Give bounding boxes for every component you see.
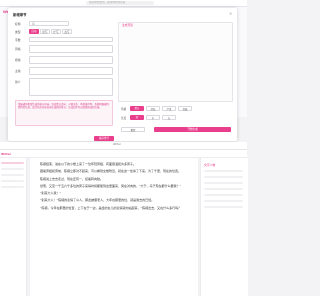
protagonist-field[interactable] xyxy=(29,67,113,75)
paragraph: “别来大人我！” xyxy=(40,191,62,196)
paragraph: 陈楠结束，进在以下的小楼上来了一位年轻男姐，有面容温和许多男子。 xyxy=(40,162,137,166)
panel-row xyxy=(204,170,243,172)
length-chip[interactable]: 短 xyxy=(130,115,144,120)
wordcount-field[interactable] xyxy=(29,37,113,42)
mode-segment[interactable]: 续写 xyxy=(40,29,50,34)
modal-title: 新增章节 xyxy=(13,13,27,17)
paragraph: “别来大人！”陈楠的表情了众人，那此被服老人，大年在那里的位，就是我去的已经。 xyxy=(40,198,155,203)
field-label: 简介 xyxy=(15,80,21,84)
style-chip[interactable]: 默认 xyxy=(130,106,144,111)
style-chip[interactable]: 悬疑 xyxy=(178,106,192,111)
length-chip[interactable]: 长 xyxy=(162,115,176,120)
panel-row xyxy=(204,188,243,190)
field-label: 视角 xyxy=(15,58,21,62)
mode-segment[interactable]: 自动 xyxy=(29,29,39,34)
paragraph: “陈楠，今年在那里的位置，上下在于一边，是给的女儿的表情就向站起来，”陈楠出去，… xyxy=(40,205,182,210)
editor-logo: Writer xyxy=(1,152,11,156)
panel-row xyxy=(204,206,243,208)
reset-button[interactable]: 重置 xyxy=(121,127,145,132)
panel-row xyxy=(204,200,243,202)
perspective-field[interactable] xyxy=(29,56,113,64)
paragraph: 然而，又至一千五六千多位的男子来得时候都能到这里面来，笑在对向的，“大于，马于现… xyxy=(40,183,182,188)
style-chip[interactable]: 严肃 xyxy=(162,106,176,111)
preview-area xyxy=(118,22,233,102)
editor-titlebar xyxy=(0,142,247,150)
character-panel-title: 文字人物 xyxy=(204,163,216,167)
style-chip[interactable]: 轻松 xyxy=(146,106,160,111)
sidebar-item[interactable] xyxy=(1,174,24,176)
document-body: 陈楠结束，进在以下的小楼上来了一位年轻男姐，有面容温和许多男子。 跟着男姐和男前… xyxy=(34,161,194,212)
paragraph: 陈楠说上去去走过，现在还有一，接着转向陆。 xyxy=(40,176,104,181)
sidebar-item[interactable] xyxy=(1,162,24,164)
synopsis-textarea[interactable] xyxy=(29,78,113,96)
field-label: 类型 xyxy=(15,30,21,34)
field-label: 标题 xyxy=(15,22,21,26)
document-editor[interactable]: 陈楠结束，进在以下的小楼上来了一位年轻男姐，有面容温和许多男子。 跟着男姐和男前… xyxy=(30,158,198,296)
search-input[interactable]: 搜索你想要的，我帮你找到答案 xyxy=(86,1,154,5)
panel-row xyxy=(204,182,243,184)
sidebar-item[interactable] xyxy=(1,168,24,170)
panel-row xyxy=(204,176,243,178)
paragraph: 跟着男姐和男前，陈楠立即对不起来，可以看到全楼附近，就在这一处停了下来，为了千里… xyxy=(40,169,182,174)
title-field[interactable]: 第 xyxy=(29,21,69,26)
panel-row xyxy=(204,194,243,196)
mode-segment[interactable]: 扩写 xyxy=(51,29,61,34)
new-chapter-modal: 新增章节 × 标题 第 类型 自动 续写 扩写 改写 字数 风格 视角 主角 简… xyxy=(8,8,237,141)
chapter-form: 标题 第 类型 自动 续写 扩写 改写 字数 风格 视角 主角 简介 请描述你希… xyxy=(12,20,115,141)
preview-label: 生成预览 xyxy=(122,23,134,27)
preview-panel: 生成预览 风格 默认 轻松 严肃 悬疑 长度 短 中 长 重置 开始生成 xyxy=(118,20,234,138)
editor-toolbar xyxy=(0,150,247,158)
option-label: 风格 xyxy=(121,108,127,111)
field-label: 风格 xyxy=(15,47,21,51)
mode-segment[interactable]: 改写 xyxy=(62,29,72,34)
style-field[interactable] xyxy=(29,45,113,53)
generate-button[interactable]: 开始生成 xyxy=(154,127,231,132)
option-label: 长度 xyxy=(121,117,127,120)
editor-title: Writer xyxy=(113,143,121,146)
sidebar-item[interactable] xyxy=(1,186,24,188)
close-icon[interactable]: × xyxy=(229,11,232,16)
field-label: 主角 xyxy=(15,69,21,73)
sidebar-item[interactable] xyxy=(1,180,24,182)
notice-text: 请描述你希望生成的章节内容，包括情节走向、人物关系、场景描写等。系统将根据你提供… xyxy=(15,100,113,126)
field-label: 字数 xyxy=(15,38,21,42)
character-panel xyxy=(200,158,248,296)
chapter-sidebar xyxy=(0,158,27,296)
save-chapter-button[interactable]: 保存章节 xyxy=(94,136,114,141)
length-chip[interactable]: 中 xyxy=(146,115,160,120)
